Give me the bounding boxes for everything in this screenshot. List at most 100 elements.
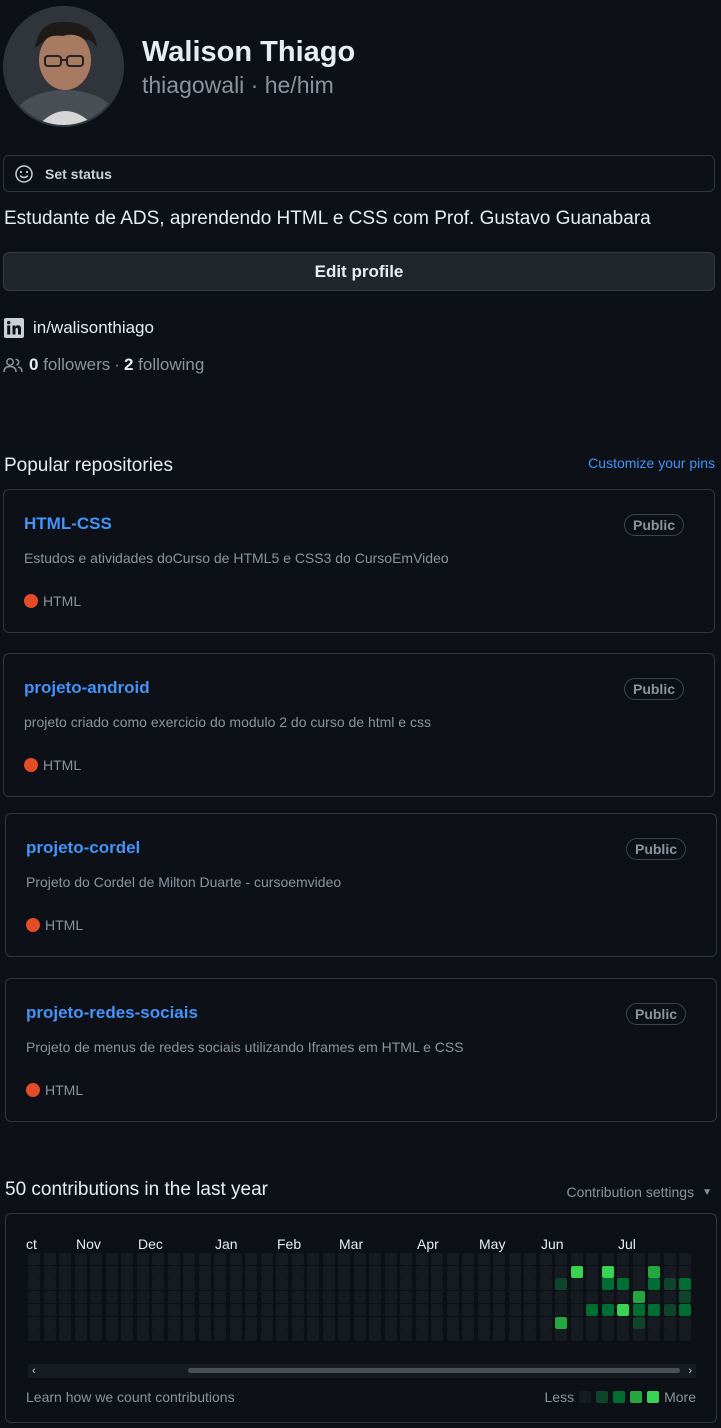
contribution-cell[interactable] (261, 1329, 273, 1341)
contribution-cell[interactable] (540, 1266, 552, 1278)
contribution-cell[interactable] (478, 1317, 490, 1329)
contribution-cell[interactable] (59, 1304, 71, 1316)
contribution-cell[interactable] (183, 1278, 195, 1290)
contribution-cell[interactable] (44, 1266, 56, 1278)
contribution-cell[interactable] (245, 1278, 257, 1290)
contribution-cell[interactable] (354, 1266, 366, 1278)
contribution-cell[interactable] (509, 1278, 521, 1290)
customize-pins-link[interactable]: Customize your pins (588, 455, 715, 471)
contribution-cell[interactable] (478, 1329, 490, 1341)
contribution-cell[interactable] (152, 1291, 164, 1303)
learn-contributions-link[interactable]: Learn how we count contributions (26, 1389, 235, 1405)
contribution-cell[interactable] (524, 1329, 536, 1341)
contribution-cell[interactable] (524, 1317, 536, 1329)
contribution-cell[interactable] (276, 1329, 288, 1341)
contribution-cell[interactable] (509, 1317, 521, 1329)
contribution-cell[interactable] (369, 1291, 381, 1303)
contribution-cell[interactable] (571, 1278, 583, 1290)
contribution-cell[interactable] (447, 1329, 459, 1341)
contribution-cell[interactable] (555, 1329, 567, 1341)
contribution-cell[interactable] (478, 1253, 490, 1265)
contribution-cell[interactable] (617, 1329, 629, 1341)
repo-name-link[interactable]: projeto-cordel (26, 838, 140, 858)
contribution-cell[interactable] (602, 1266, 614, 1278)
contribution-cell[interactable] (431, 1304, 443, 1316)
contribution-cell[interactable] (555, 1253, 567, 1265)
contribution-cell[interactable] (90, 1291, 102, 1303)
contribution-cell[interactable] (385, 1304, 397, 1316)
contribution-cell[interactable] (571, 1266, 583, 1278)
contribution-cell[interactable] (493, 1266, 505, 1278)
contribution-cell[interactable] (75, 1329, 87, 1341)
contribution-cell[interactable] (571, 1317, 583, 1329)
contribution-cell[interactable] (524, 1266, 536, 1278)
contribution-cell[interactable] (431, 1253, 443, 1265)
contribution-cell[interactable] (617, 1304, 629, 1316)
contribution-cell[interactable] (168, 1317, 180, 1329)
contribution-cell[interactable] (571, 1291, 583, 1303)
contribution-cell[interactable] (586, 1317, 598, 1329)
contribution-cell[interactable] (90, 1278, 102, 1290)
contribution-cell[interactable] (602, 1278, 614, 1290)
contribution-cell[interactable] (416, 1329, 428, 1341)
contribution-cell[interactable] (648, 1304, 660, 1316)
contribution-cell[interactable] (307, 1329, 319, 1341)
contribution-cell[interactable] (44, 1329, 56, 1341)
repo-name-link[interactable]: HTML-CSS (24, 514, 112, 534)
repo-name-link[interactable]: projeto-android (24, 678, 150, 698)
contribution-cell[interactable] (462, 1253, 474, 1265)
contribution-cell[interactable] (493, 1317, 505, 1329)
contribution-cell[interactable] (540, 1329, 552, 1341)
contribution-cell[interactable] (245, 1266, 257, 1278)
contribution-cell[interactable] (385, 1291, 397, 1303)
contribution-cell[interactable] (44, 1278, 56, 1290)
contribution-cell[interactable] (633, 1266, 645, 1278)
contribution-cell[interactable] (447, 1266, 459, 1278)
contribution-cell[interactable] (602, 1291, 614, 1303)
contribution-cell[interactable] (323, 1266, 335, 1278)
contribution-cell[interactable] (90, 1304, 102, 1316)
contribution-cell[interactable] (276, 1253, 288, 1265)
contribution-cell[interactable] (555, 1304, 567, 1316)
contribution-cell[interactable] (338, 1278, 350, 1290)
set-status-button[interactable]: Set status (3, 155, 715, 192)
avatar[interactable] (3, 6, 124, 127)
contribution-cell[interactable] (679, 1329, 691, 1341)
contribution-cell[interactable] (385, 1253, 397, 1265)
contribution-cell[interactable] (168, 1329, 180, 1341)
contribution-cell[interactable] (292, 1304, 304, 1316)
contribution-cell[interactable] (571, 1253, 583, 1265)
contribution-cell[interactable] (28, 1291, 40, 1303)
contribution-cell[interactable] (540, 1291, 552, 1303)
contribution-cell[interactable] (338, 1304, 350, 1316)
contribution-cell[interactable] (261, 1291, 273, 1303)
contribution-cell[interactable] (602, 1317, 614, 1329)
contribution-cell[interactable] (509, 1253, 521, 1265)
contribution-cell[interactable] (509, 1304, 521, 1316)
contribution-cell[interactable] (106, 1317, 118, 1329)
contribution-cell[interactable] (152, 1317, 164, 1329)
contribution-cell[interactable] (617, 1291, 629, 1303)
contribution-cell[interactable] (338, 1317, 350, 1329)
contribution-cell[interactable] (183, 1304, 195, 1316)
contribution-cell[interactable] (28, 1253, 40, 1265)
contribution-cell[interactable] (416, 1266, 428, 1278)
scroll-right-icon[interactable]: › (688, 1364, 692, 1378)
contribution-cell[interactable] (59, 1266, 71, 1278)
contribution-cell[interactable] (679, 1278, 691, 1290)
contribution-cell[interactable] (586, 1278, 598, 1290)
contribution-cell[interactable] (137, 1253, 149, 1265)
contribution-cell[interactable] (137, 1266, 149, 1278)
contribution-cell[interactable] (106, 1266, 118, 1278)
contribution-cell[interactable] (214, 1317, 226, 1329)
contribution-cell[interactable] (276, 1304, 288, 1316)
contribution-cell[interactable] (59, 1329, 71, 1341)
contribution-cell[interactable] (261, 1278, 273, 1290)
contribution-cell[interactable] (245, 1291, 257, 1303)
contribution-cell[interactable] (276, 1291, 288, 1303)
contribution-cell[interactable] (400, 1304, 412, 1316)
contribution-cell[interactable] (90, 1329, 102, 1341)
contribution-cell[interactable] (152, 1253, 164, 1265)
contribution-cell[interactable] (524, 1291, 536, 1303)
contribution-cell[interactable] (168, 1291, 180, 1303)
